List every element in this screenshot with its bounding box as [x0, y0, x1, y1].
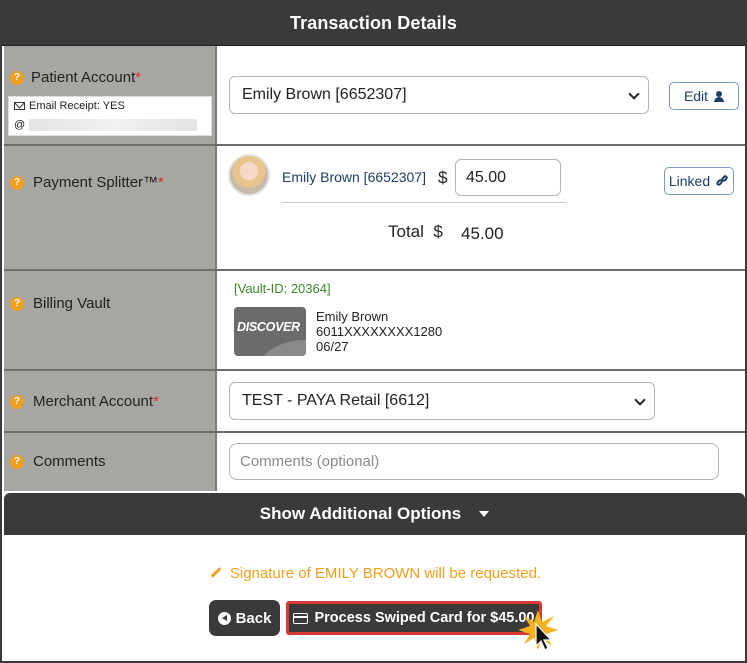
vault-id: [Vault-ID: 20364]	[234, 281, 331, 296]
pencil-icon	[210, 566, 222, 578]
cursor-click-icon	[518, 610, 558, 651]
patient-account-row: ? Patient Account* Email Receipt: YES @ …	[4, 46, 745, 144]
total-value: 45.00	[461, 224, 504, 243]
patient-account-select[interactable]: Emily Brown [6652307]	[229, 76, 649, 114]
chevron-down-icon	[634, 394, 646, 406]
credit-card-icon	[293, 612, 309, 624]
back-arrow-icon	[217, 611, 231, 625]
process-swiped-card-button[interactable]: Process Swiped Card for $45.00	[286, 601, 542, 635]
discover-card-image[interactable]: DISCOVER	[234, 307, 306, 356]
billing-vault-label-cell: ? Billing Vault	[4, 271, 217, 369]
payment-splitter-label: Payment Splitter™*	[33, 174, 164, 191]
merchant-account-row: ? Merchant Account* TEST - PAYA Retail […	[4, 371, 745, 431]
card-details: Emily Brown 6011XXXXXXXX1280 06/27	[316, 309, 442, 354]
billing-vault-label: Billing Vault	[33, 295, 111, 312]
email-receipt-status: Email Receipt: YES	[29, 100, 125, 112]
show-additional-options-toggle[interactable]: Show Additional Options	[4, 493, 745, 535]
avatar	[228, 154, 270, 196]
divider	[282, 202, 566, 203]
total-label: Total $	[388, 222, 443, 241]
comments-input[interactable]: Comments (optional)	[229, 443, 719, 480]
card-expiry: 06/27	[316, 339, 349, 354]
transaction-details-panel: Transaction Details ? Patient Account* E…	[0, 0, 747, 663]
card-holder: Emily Brown	[316, 309, 389, 324]
link-icon	[715, 173, 729, 188]
redacted-email	[29, 119, 198, 131]
linked-button[interactable]: Linked	[664, 167, 734, 195]
split-amount-input[interactable]: 45.00	[455, 159, 561, 196]
card-number: 6011XXXXXXXX1280	[316, 324, 443, 339]
merchant-account-label-cell: ? Merchant Account*	[4, 371, 217, 431]
merchant-account-label: Merchant Account*	[33, 393, 159, 410]
splitter-patient-name[interactable]: Emily Brown [6652307]	[282, 169, 426, 185]
email-receipt-box: Email Receipt: YES @	[8, 96, 212, 136]
help-icon[interactable]: ?	[10, 395, 24, 409]
currency-symbol: $	[438, 168, 448, 187]
caret-down-icon	[479, 511, 490, 517]
user-icon	[714, 90, 725, 102]
back-button[interactable]: Back	[209, 600, 280, 636]
edit-patient-button[interactable]: Edit	[669, 82, 739, 110]
envelope-icon	[14, 102, 25, 110]
email-prefix: @	[14, 119, 26, 131]
patient-account-label: Patient Account*	[31, 69, 142, 86]
help-icon[interactable]: ?	[10, 71, 24, 85]
patient-account-label-cell: ? Patient Account* Email Receipt: YES @	[4, 46, 217, 144]
signature-note: Signature of EMILY BROWN will be request…	[2, 565, 745, 582]
merchant-account-select[interactable]: TEST - PAYA Retail [6612]	[229, 382, 655, 420]
chevron-down-icon	[628, 88, 640, 100]
help-icon[interactable]: ?	[10, 297, 24, 311]
help-icon[interactable]: ?	[10, 176, 24, 190]
page-title: Transaction Details	[290, 13, 457, 33]
help-icon[interactable]: ?	[10, 455, 24, 469]
payment-splitter-label-cell: ? Payment Splitter™*	[4, 146, 217, 269]
payment-splitter-row: ? Payment Splitter™*	[4, 146, 745, 269]
comments-label: Comments	[33, 453, 106, 470]
comments-label-cell: ? Comments	[4, 433, 217, 491]
title-bar: Transaction Details	[2, 2, 745, 46]
